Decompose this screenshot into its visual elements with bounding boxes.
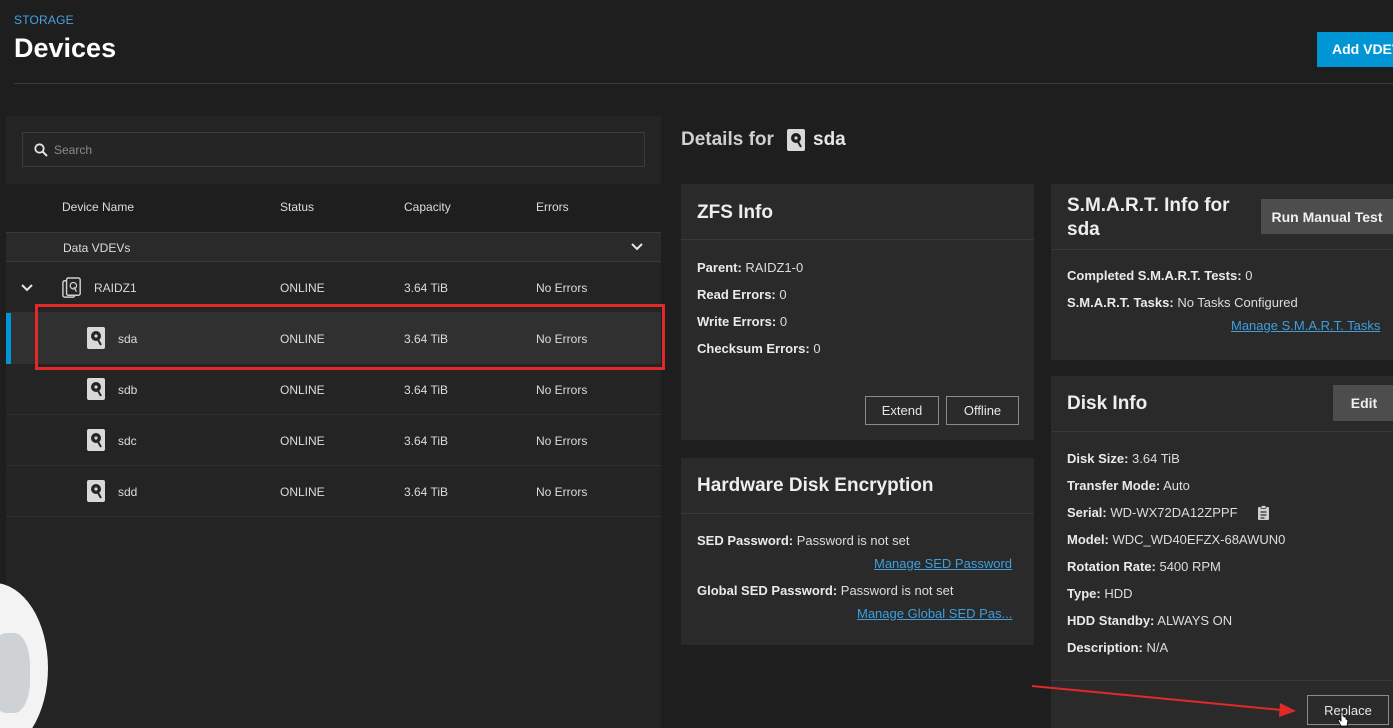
card-divider xyxy=(681,513,1034,514)
column-status[interactable]: Status xyxy=(280,200,314,214)
chevron-down-icon[interactable] xyxy=(630,240,644,254)
completed-tests-field: Completed S.M.A.R.T. Tests: 0 xyxy=(1067,268,1253,283)
hdd-standby-field: HDD Standby: ALWAYS ON xyxy=(1067,613,1233,628)
column-device-name[interactable]: Device Name xyxy=(62,200,134,214)
smart-info-title: S.M.A.R.T. Info for sda xyxy=(1067,195,1230,240)
model-field: Model: WDC_WD40EFZX-68AWUN0 xyxy=(1067,532,1286,547)
type-field: Type: HDD xyxy=(1067,586,1133,601)
disk-info-title: Disk Info xyxy=(1067,393,1148,414)
disk-capacity: 3.64 TiB xyxy=(404,434,449,448)
serial-field: Serial: WD-WX72DA12ZPPF xyxy=(1067,505,1238,520)
run-manual-test-button[interactable]: Run Manual Test xyxy=(1261,199,1393,234)
card-divider xyxy=(1051,249,1393,250)
devices-table-panel: Device Name Status Capacity Errors Data … xyxy=(6,116,661,728)
smart-tasks-field: S.M.A.R.T. Tasks: No Tasks Configured xyxy=(1067,295,1298,310)
details-disk-name: sda xyxy=(813,129,846,150)
table-row[interactable]: sdb ONLINE 3.64 TiB No Errors xyxy=(6,364,661,415)
group-label: Data VDEVs xyxy=(63,241,131,255)
encryption-title: Hardware Disk Encryption xyxy=(697,475,934,496)
global-sed-password-field: Global SED Password: Password is not set xyxy=(697,583,954,598)
page-title: Devices xyxy=(14,33,117,63)
manage-smart-tasks-link[interactable]: Manage S.M.A.R.T. Tasks xyxy=(1231,318,1380,333)
parent-field: Parent: RAIDZ1-0 xyxy=(697,260,804,275)
zfs-info-title: ZFS Info xyxy=(697,202,773,223)
disk-name: sdb xyxy=(118,383,138,397)
section-label: STORAGE xyxy=(14,13,74,27)
sed-password-field: SED Password: Password is not set xyxy=(697,533,910,548)
encryption-card: Hardware Disk Encryption SED Password: P… xyxy=(681,458,1034,645)
zfs-info-card: ZFS Info Parent: RAIDZ1-0 Read Errors: 0… xyxy=(681,184,1034,440)
card-divider xyxy=(1051,431,1393,432)
vdev-icon xyxy=(62,277,81,298)
disk-icon xyxy=(87,378,105,400)
table-row[interactable]: sdd ONLINE 3.64 TiB No Errors xyxy=(6,466,661,517)
disk-name: sdc xyxy=(118,434,137,448)
column-capacity[interactable]: Capacity xyxy=(404,200,451,214)
disk-size-field: Disk Size: 3.64 TiB xyxy=(1067,451,1180,466)
disk-status: ONLINE xyxy=(280,485,325,499)
search-box[interactable] xyxy=(22,132,645,167)
manage-global-sed-password-link[interactable]: Manage Global SED Pas... xyxy=(857,606,1012,621)
disk-status: ONLINE xyxy=(280,434,325,448)
vdev-errors: No Errors xyxy=(536,281,588,295)
disk-name: sdd xyxy=(118,485,138,499)
disk-info-card: Disk Info Edit Disk Size: 3.64 TiB Trans… xyxy=(1051,376,1393,728)
vdev-status: ONLINE xyxy=(280,281,325,295)
edit-button[interactable]: Edit xyxy=(1333,385,1393,421)
disk-icon xyxy=(87,429,105,451)
rotation-rate-field: Rotation Rate: 5400 RPM xyxy=(1067,559,1221,574)
disk-icon xyxy=(787,129,805,151)
disk-capacity: 3.64 TiB xyxy=(404,383,449,397)
disk-status: ONLINE xyxy=(280,383,325,397)
extend-button[interactable]: Extend xyxy=(865,396,939,425)
chevron-down-icon[interactable] xyxy=(21,282,33,294)
smart-info-card: S.M.A.R.T. Info for sda Run Manual Test … xyxy=(1051,184,1393,360)
offline-button[interactable]: Offline xyxy=(946,396,1019,425)
table-header: Device Name Status Capacity Errors xyxy=(6,184,661,232)
checksum-errors-field: Checksum Errors: 0 xyxy=(697,341,821,356)
annotation-arrow xyxy=(1031,685,1296,717)
details-title: Details for sda xyxy=(681,129,846,151)
highlight-box xyxy=(35,304,665,370)
vdev-capacity: 3.64 TiB xyxy=(404,281,449,295)
details-prefix: Details for xyxy=(681,129,774,150)
disk-errors: No Errors xyxy=(536,434,588,448)
search-icon xyxy=(34,143,48,157)
disk-errors: No Errors xyxy=(536,485,588,499)
description-field: Description: N/A xyxy=(1067,640,1169,655)
transfer-mode-field: Transfer Mode: Auto xyxy=(1067,478,1190,493)
manage-sed-password-link[interactable]: Manage SED Password xyxy=(874,556,1012,571)
table-row[interactable]: sdc ONLINE 3.64 TiB No Errors xyxy=(6,415,661,466)
header-divider xyxy=(14,83,1393,84)
disk-icon xyxy=(87,480,105,502)
cursor-icon xyxy=(1337,711,1349,727)
group-row-data-vdevs[interactable]: Data VDEVs xyxy=(6,232,661,262)
read-errors-field: Read Errors: 0 xyxy=(697,287,787,302)
vdev-name: RAIDZ1 xyxy=(94,281,137,295)
column-errors[interactable]: Errors xyxy=(536,200,569,214)
selection-indicator xyxy=(6,313,11,364)
search-input[interactable] xyxy=(54,133,634,166)
clipboard-icon[interactable] xyxy=(1257,505,1270,521)
disk-capacity: 3.64 TiB xyxy=(404,485,449,499)
card-divider xyxy=(681,239,1034,240)
write-errors-field: Write Errors: 0 xyxy=(697,314,788,329)
add-vdev-button[interactable]: Add VDEV xyxy=(1317,32,1393,67)
disk-errors: No Errors xyxy=(536,383,588,397)
